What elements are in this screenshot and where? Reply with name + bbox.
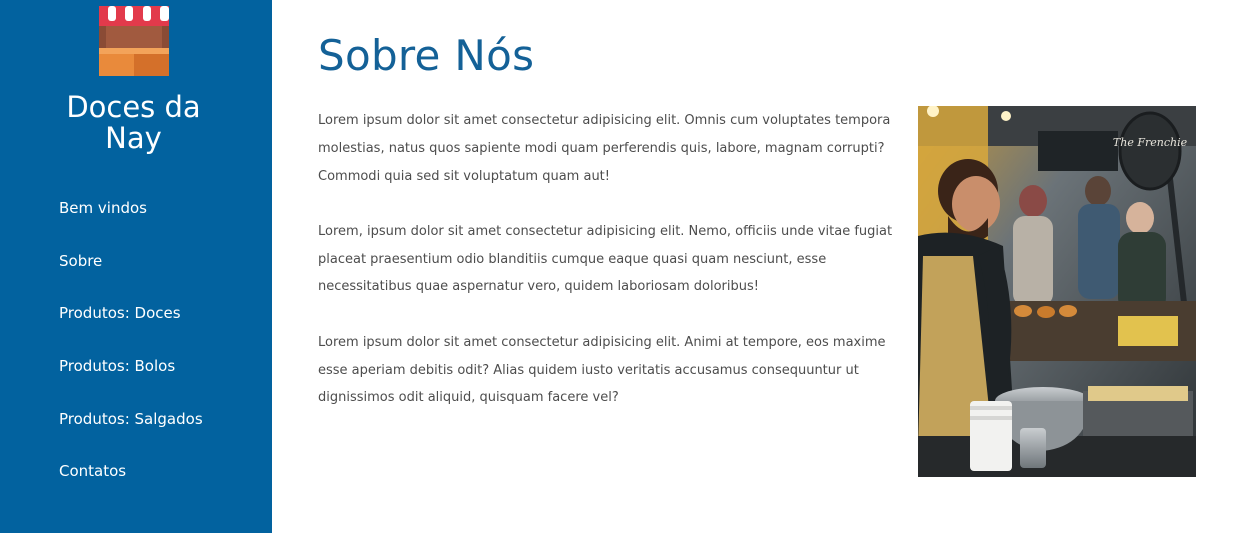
about-paragraph: Lorem ipsum dolor sit amet consectetur a…	[318, 113, 891, 184]
page-title: Sobre Nós	[318, 31, 535, 80]
sidebar-nav: Bem vindos Sobre Produtos: Doces Produto…	[0, 182, 272, 498]
about-paragraph: Lorem, ipsum dolor sit amet consectetur …	[318, 223, 893, 295]
brand-name-line2: Nay	[105, 121, 162, 155]
photo-sign-text: The Frenchie	[1113, 136, 1188, 149]
about-paragraph: Lorem ipsum dolor sit amet consectetur a…	[318, 334, 886, 406]
nav-item-contatos[interactable]: Contatos	[0, 445, 272, 498]
page: Doces da Nay Bem vindos Sobre Produtos: …	[0, 0, 1237, 533]
nav-item-produtos-doces[interactable]: Produtos: Doces	[0, 287, 272, 340]
sidebar: Doces da Nay Bem vindos Sobre Produtos: …	[0, 0, 272, 533]
market-stall-icon[interactable]	[99, 6, 169, 76]
nav-item-produtos-salgados[interactable]: Produtos: Salgados	[0, 393, 272, 446]
about-text: Lorem ipsum dolor sit amet consectetur a…	[318, 107, 894, 440]
nav-item-produtos-bolos[interactable]: Produtos: Bolos	[0, 340, 272, 393]
brand-name[interactable]: Doces da Nay	[0, 92, 267, 154]
nav-item-bem-vindos[interactable]: Bem vindos	[0, 182, 272, 235]
brand-name-line1: Doces da	[66, 90, 201, 124]
nav-item-sobre[interactable]: Sobre	[0, 235, 272, 288]
about-photo: The Frenchie	[918, 106, 1196, 477]
